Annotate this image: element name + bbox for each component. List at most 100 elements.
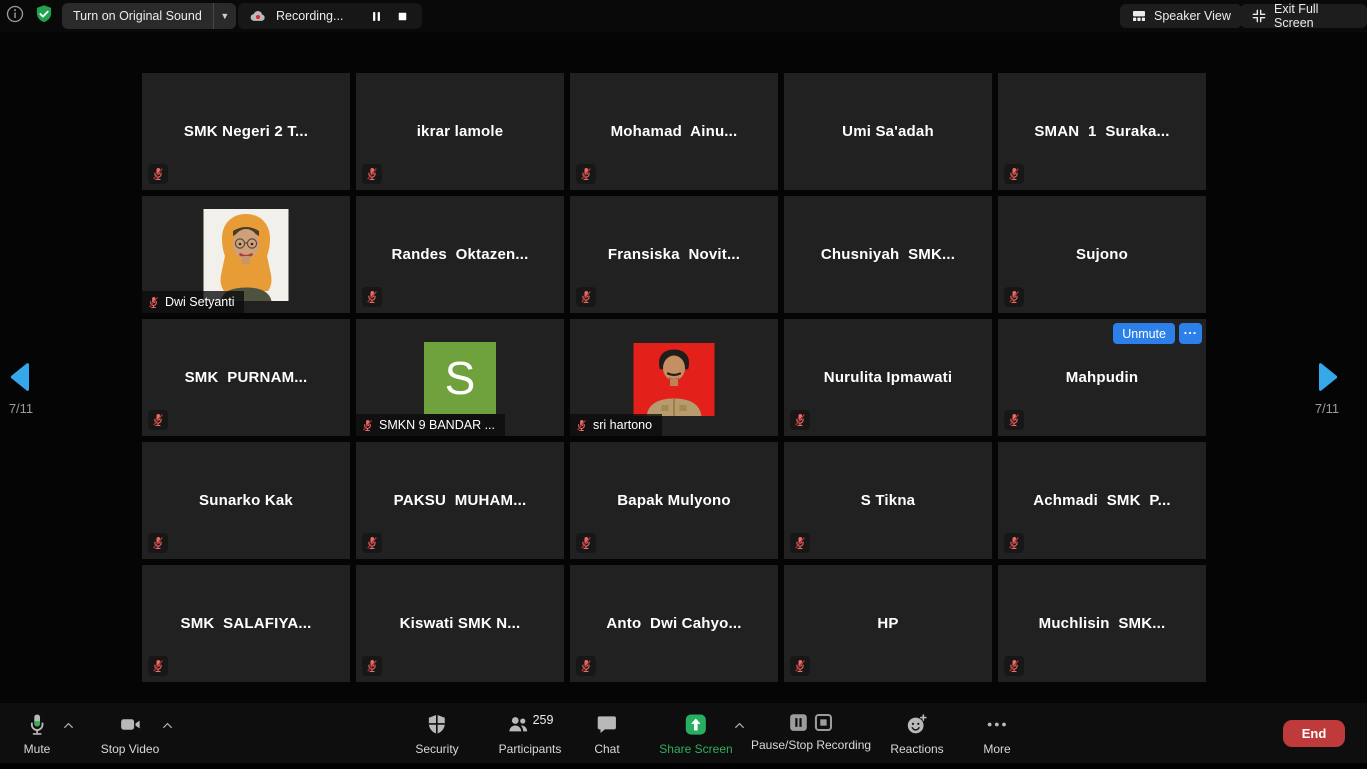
muted-microphone-icon xyxy=(361,419,374,432)
chat-button[interactable]: Chat xyxy=(594,713,619,756)
pause-stop-recording-button[interactable]: Pause/Stop Recording xyxy=(751,713,871,752)
muted-microphone-icon xyxy=(1004,656,1024,676)
pause-recording-icon[interactable] xyxy=(368,8,385,25)
participant-tile[interactable]: Mohamad Ainu... xyxy=(570,73,778,190)
participant-name: Fransiska Novit... xyxy=(570,196,778,313)
exit-full-screen-icon xyxy=(1251,8,1267,24)
muted-microphone-icon xyxy=(148,656,168,676)
tile-hover-controls: Unmute... xyxy=(1113,323,1202,344)
security-label: Security xyxy=(415,742,458,756)
participant-tile[interactable]: SSMKN 9 BANDAR ... xyxy=(356,319,564,436)
participant-tile[interactable]: ikrar lamole xyxy=(356,73,564,190)
more-label: More xyxy=(983,742,1010,756)
chat-label: Chat xyxy=(594,742,619,756)
profile-photo xyxy=(634,343,715,416)
participant-name: SMK PURNAM... xyxy=(142,319,350,436)
profile-photo xyxy=(204,209,289,301)
muted-microphone-icon xyxy=(148,164,168,184)
original-sound-button[interactable]: Turn on Original Sound ▼ xyxy=(62,3,236,29)
participant-tile[interactable]: Umi Sa'adah xyxy=(784,73,992,190)
muted-microphone-icon xyxy=(362,656,382,676)
participant-name: Bapak Mulyono xyxy=(570,442,778,559)
muted-microphone-icon xyxy=(148,533,168,553)
share-options-chevron-icon[interactable] xyxy=(733,719,746,732)
participant-tile[interactable]: SMK Negeri 2 T... xyxy=(142,73,350,190)
participant-name: Chusniyah SMK... xyxy=(784,196,992,313)
participant-name: sri hartono xyxy=(593,418,652,432)
stop-recording-icon[interactable] xyxy=(394,8,411,25)
reactions-label: Reactions xyxy=(890,742,943,756)
speaker-view-label: Speaker View xyxy=(1154,9,1231,23)
recording-indicator: Recording... xyxy=(238,3,422,29)
audio-options-chevron-icon[interactable] xyxy=(62,719,75,732)
end-meeting-button[interactable]: End xyxy=(1283,720,1345,747)
participant-tile[interactable]: MahpudinUnmute... xyxy=(998,319,1206,436)
meeting-info-button[interactable] xyxy=(4,5,26,27)
video-camera-icon xyxy=(119,713,142,736)
microphone-level-icon xyxy=(26,713,49,736)
muted-microphone-icon xyxy=(147,296,160,309)
muted-microphone-icon xyxy=(1004,410,1024,430)
stop-recording-square-icon[interactable] xyxy=(814,713,833,732)
participant-tile[interactable]: Muchlisin SMK... xyxy=(998,565,1206,682)
participant-tile[interactable]: SMK SALAFIYA... xyxy=(142,565,350,682)
next-page-arrow[interactable] xyxy=(1316,362,1340,392)
participant-tile[interactable]: Achmadi SMK P... xyxy=(998,442,1206,559)
encryption-badge[interactable] xyxy=(33,5,55,27)
mute-button[interactable]: Mute xyxy=(24,713,51,756)
participant-tile[interactable]: Randes Oktazen... xyxy=(356,196,564,313)
previous-page-arrow[interactable] xyxy=(8,362,32,392)
share-screen-icon xyxy=(684,713,707,736)
share-screen-button[interactable]: Share Screen xyxy=(659,713,732,756)
participants-icon xyxy=(507,713,530,736)
participant-tile[interactable]: SMK PURNAM... xyxy=(142,319,350,436)
unmute-participant-button[interactable]: Unmute xyxy=(1113,323,1175,344)
chevron-down-icon[interactable]: ▼ xyxy=(213,3,236,29)
muted-microphone-icon xyxy=(362,287,382,307)
muted-microphone-icon xyxy=(790,533,810,553)
speaker-view-button[interactable]: Speaker View xyxy=(1120,4,1242,28)
muted-microphone-icon xyxy=(148,410,168,430)
participant-name-tag: Dwi Setyanti xyxy=(142,291,244,313)
reactions-button[interactable]: Reactions xyxy=(890,713,943,756)
video-options-chevron-icon[interactable] xyxy=(161,719,174,732)
participant-tile[interactable]: Nurulita Ipmawati xyxy=(784,319,992,436)
stop-video-label: Stop Video xyxy=(101,742,160,756)
ellipsis-icon xyxy=(986,713,1009,736)
participant-name: SMK Negeri 2 T... xyxy=(142,73,350,190)
pause-recording-square-icon[interactable] xyxy=(789,713,808,732)
original-sound-label: Turn on Original Sound xyxy=(62,9,213,23)
participant-tile[interactable]: Fransiska Novit... xyxy=(570,196,778,313)
muted-microphone-icon xyxy=(575,419,588,432)
page-indicator-left: 7/11 xyxy=(4,401,38,416)
participant-tile[interactable]: Anto Dwi Cahyo... xyxy=(570,565,778,682)
exit-full-screen-button[interactable]: Exit Full Screen xyxy=(1240,4,1367,28)
participant-tile[interactable]: Dwi Setyanti xyxy=(142,196,350,313)
participant-tile[interactable]: Sujono xyxy=(998,196,1206,313)
security-shield-icon xyxy=(425,713,448,736)
participant-tile[interactable]: Chusniyah SMK... xyxy=(784,196,992,313)
tile-more-options-button[interactable]: ... xyxy=(1179,323,1202,344)
participant-tile[interactable]: Bapak Mulyono xyxy=(570,442,778,559)
participant-tile[interactable]: sri hartono xyxy=(570,319,778,436)
stop-video-button[interactable]: Stop Video xyxy=(101,713,160,756)
participant-tile[interactable]: PAKSU MUHAM... xyxy=(356,442,564,559)
more-button[interactable]: More xyxy=(983,713,1010,756)
participant-tile[interactable]: Kiswati SMK N... xyxy=(356,565,564,682)
participant-name-tag: SMKN 9 BANDAR ... xyxy=(356,414,505,436)
chat-bubble-icon xyxy=(595,713,618,736)
meeting-toolbar: Mute Stop Video Security 259 Participant… xyxy=(0,703,1367,763)
participants-count-badge: 259 xyxy=(533,713,554,727)
participant-name: Mohamad Ainu... xyxy=(570,73,778,190)
security-button[interactable]: Security xyxy=(415,713,458,756)
info-icon xyxy=(5,4,25,29)
share-screen-label: Share Screen xyxy=(659,742,732,756)
participant-name: S Tikna xyxy=(784,442,992,559)
participant-tile[interactable]: HP xyxy=(784,565,992,682)
participant-name: Nurulita Ipmawati xyxy=(784,319,992,436)
participant-tile[interactable]: Sunarko Kak xyxy=(142,442,350,559)
participants-button[interactable]: 259 Participants xyxy=(499,713,562,756)
participant-tile[interactable]: SMAN 1 Suraka... xyxy=(998,73,1206,190)
participant-tile[interactable]: S Tikna xyxy=(784,442,992,559)
shield-check-icon xyxy=(34,4,54,29)
